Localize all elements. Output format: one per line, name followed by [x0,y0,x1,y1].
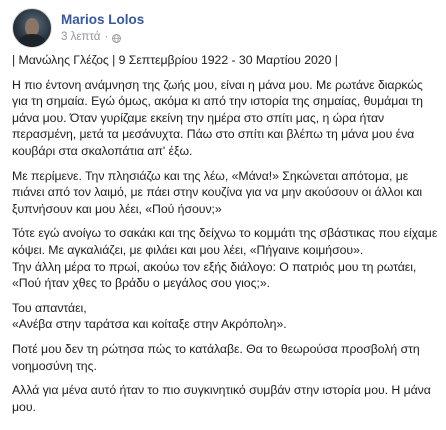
post-paragraph: Του απαντάει, [12,300,87,315]
post-body: | Μανώλης Γλέζος | 9 Σεπτεμβρίου 1922 - … [12,52,438,423]
post-paragraph: «Ανέβα στην ταράτσα και κοίταξε στην Ακρ… [12,317,287,332]
avatar-shoulders [18,34,46,47]
facebook-post: Marios Lolos 3 λεπτά · | Μανώλης Γλέζος … [0,0,446,430]
post-paragraph: Αλλά για μένα αυτό ήταν το πιο συγκινητι… [12,383,431,414]
author-name[interactable]: Marios Lolos [61,11,144,28]
post-paragraph: Η πιο έντονη ανάμνηση της ζωής μου, είνα… [12,77,423,158]
globe-icon[interactable] [112,33,122,43]
post-header: Marios Lolos 3 λεπτά · [12,8,144,48]
post-paragraph: | Μανώλης Γλέζος | 9 Σεπτεμβρίου 1922 - … [12,53,338,67]
post-paragraph: Ποτέ μου δεν τη ρώτησα πώς το κατάλαβε. … [12,341,420,373]
post-paragraph: Με περίμενε. Την πλησιάζω και της λέω, «… [12,168,423,216]
post-timestamp[interactable]: 3 λεπτά [61,30,100,45]
separator-dot: · [104,31,109,43]
post-meta: Marios Lolos 3 λεπτά · [61,11,144,45]
avatar[interactable] [12,8,52,48]
post-paragraph: Την άλλη μέρα το πρωί, ακούω τον εξής δι… [12,259,417,291]
post-paragraph: Τότε εγώ ανοίγω το σακάκι και της δείχνω… [12,226,438,257]
post-time-row: 3 λεπτά · [61,30,144,45]
